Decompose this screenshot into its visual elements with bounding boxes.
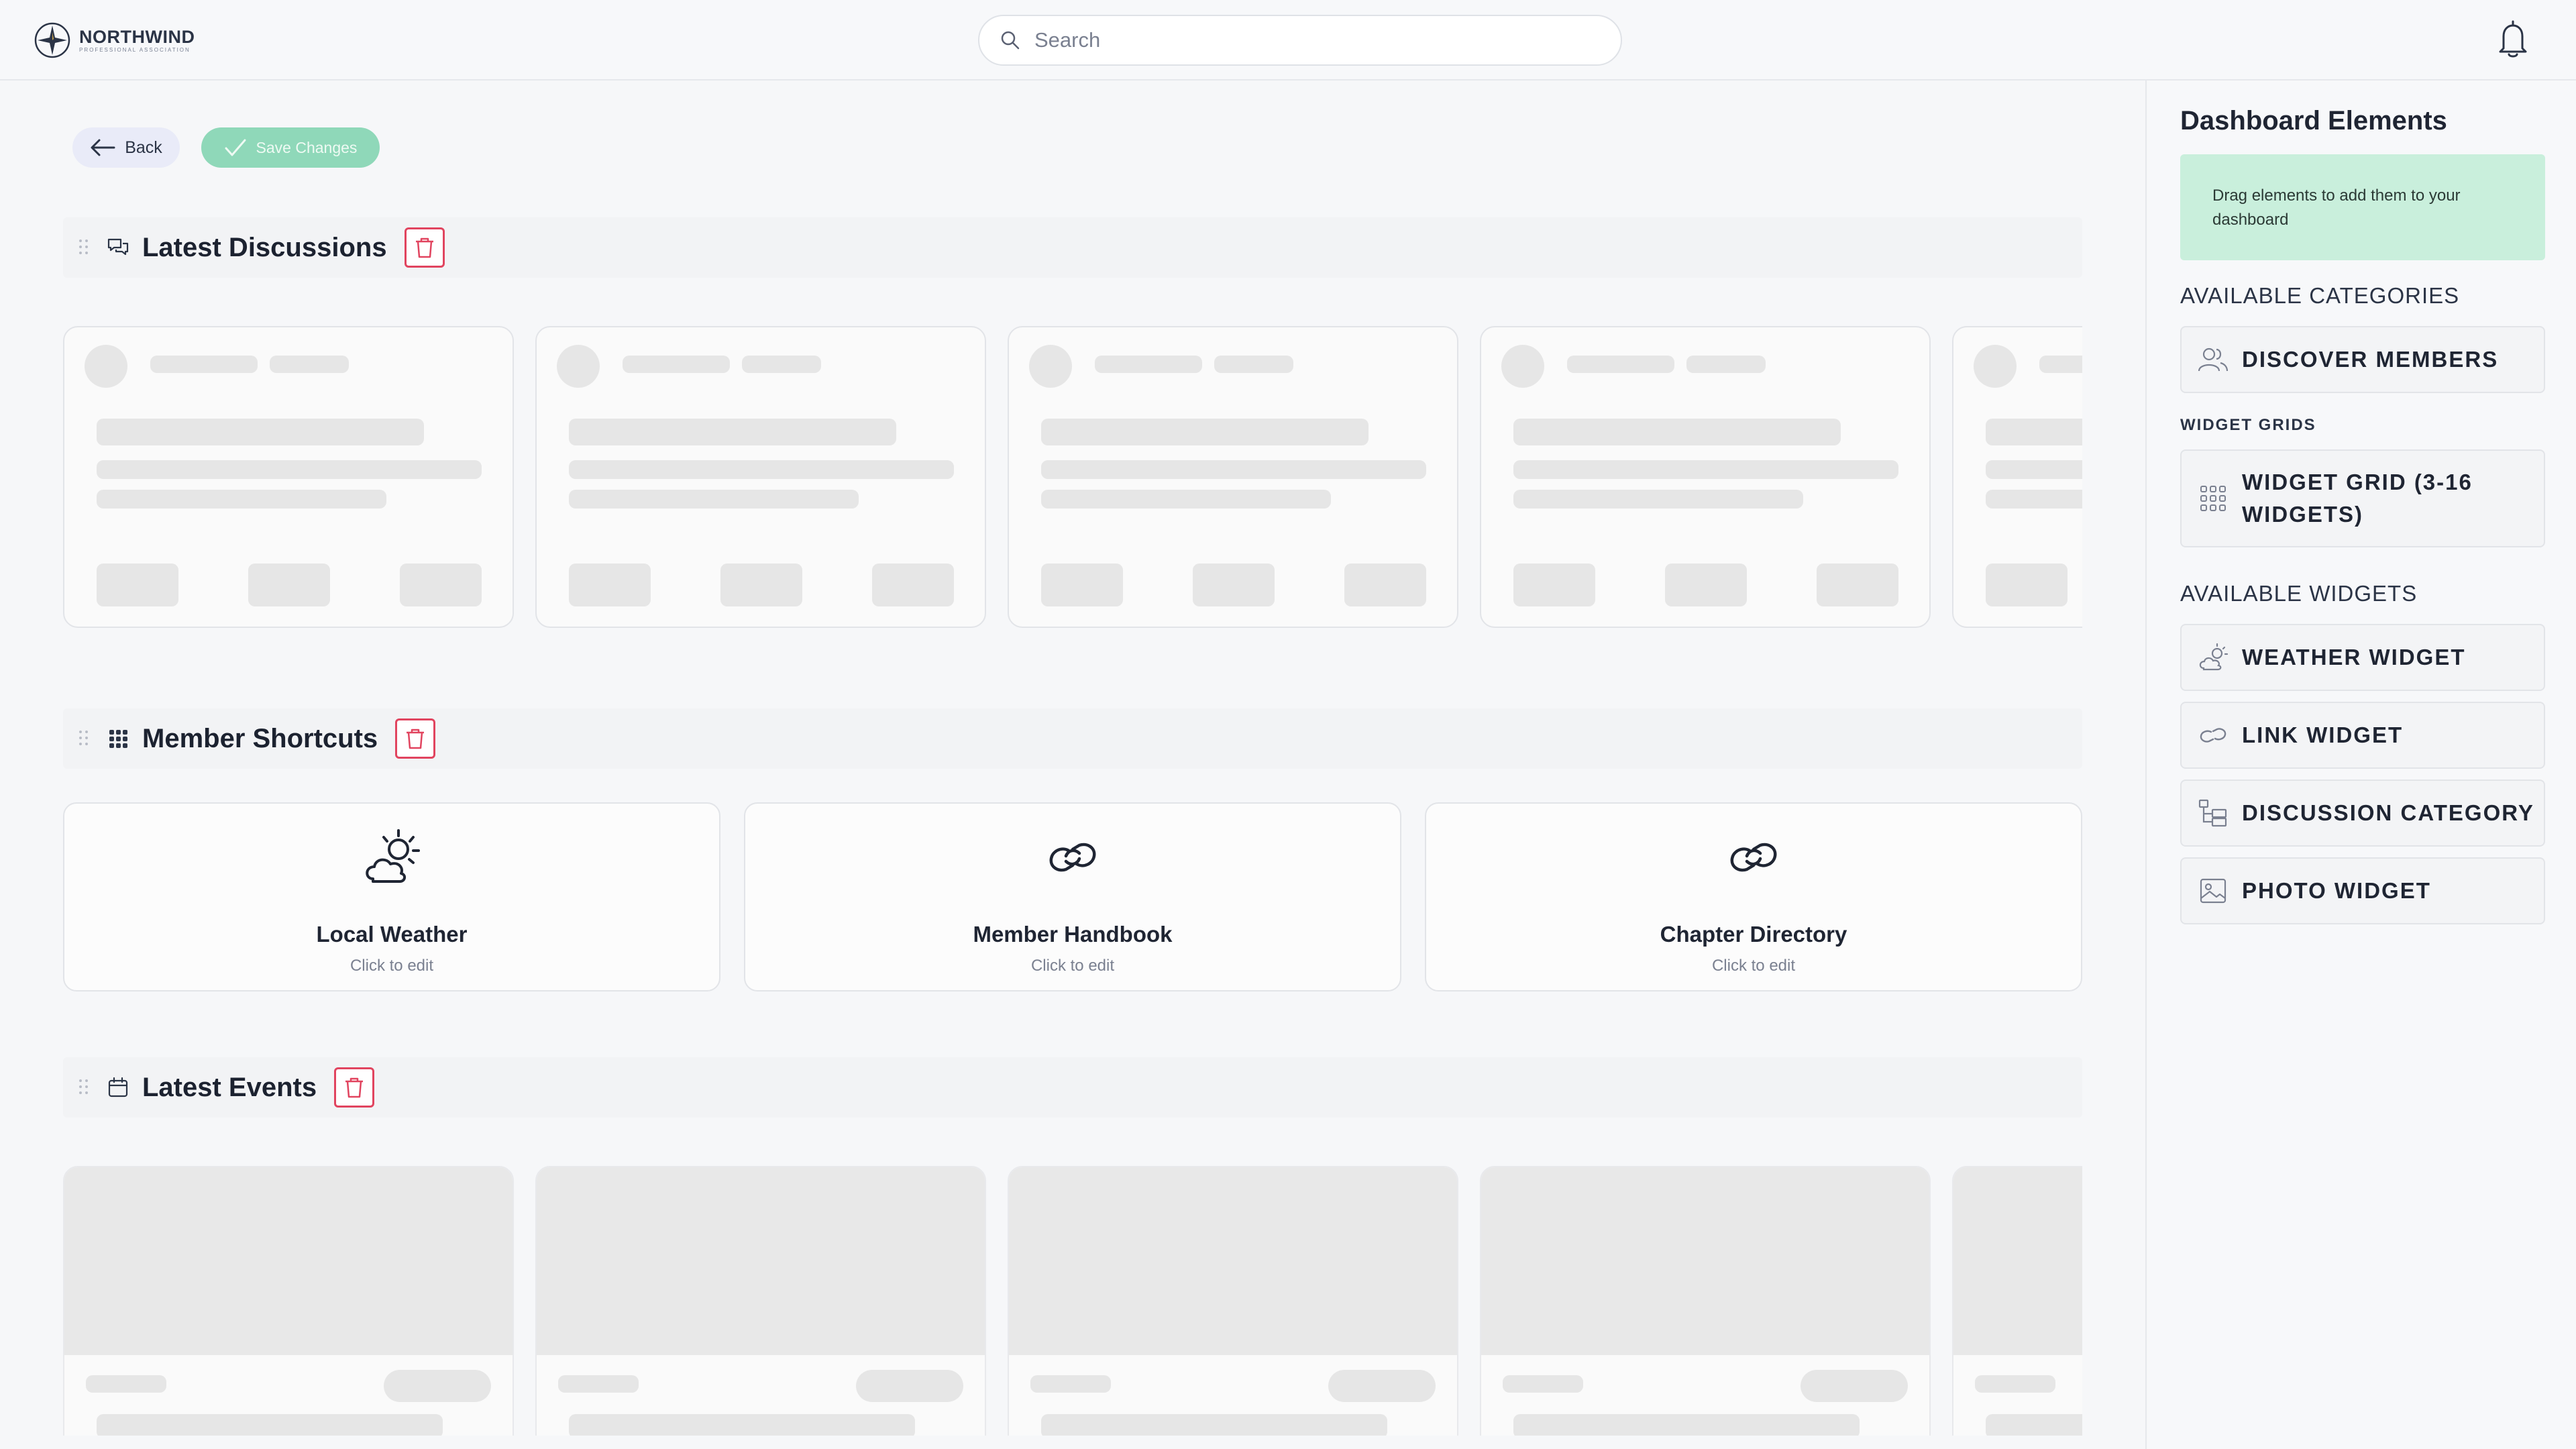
shortcut-title: Chapter Directory: [1660, 922, 1847, 947]
logo[interactable]: NORTHWIND PROFESSIONAL ASSOCIATION: [34, 21, 195, 59]
calendar-icon: [108, 1077, 128, 1097]
bell-icon[interactable]: [2494, 19, 2532, 59]
element-link-widget[interactable]: LINK WIDGET: [2180, 702, 2545, 769]
discussion-card-skeleton: [1952, 326, 2082, 628]
element-discussion-category[interactable]: DISCUSSION CATEGORY: [2180, 780, 2545, 847]
search-bar[interactable]: [978, 15, 1622, 66]
drag-hint: Drag elements to add them to your dashbo…: [2180, 154, 2545, 260]
dashboard-elements-panel: Dashboard Elements Drag elements to add …: [2148, 80, 2576, 1449]
element-label: WEATHER WIDGET: [2242, 645, 2466, 669]
search-input[interactable]: [1034, 28, 1585, 52]
link-icon: [2200, 728, 2226, 743]
section-header-shortcuts: Member Shortcuts: [63, 708, 2082, 769]
shortcut-card-member-handbook[interactable]: Member Handbook Click to edit: [744, 802, 1401, 991]
section-title: Latest Events: [142, 1072, 317, 1102]
section-header-discussions: Latest Discussions: [63, 217, 2082, 278]
event-card-skeleton: [1952, 1166, 2082, 1436]
discussion-card-skeleton: [535, 326, 986, 628]
save-label: Save Changes: [256, 138, 358, 156]
event-card-skeleton: [535, 1166, 986, 1436]
panel-title: Dashboard Elements: [2180, 106, 2447, 136]
element-label: PHOTO WIDGET: [2242, 878, 2431, 903]
category-icon: [2198, 799, 2227, 827]
shortcuts-row: Local Weather Click to edit Member Handb…: [63, 802, 2082, 997]
delete-section-button[interactable]: [404, 227, 445, 268]
trash-icon: [345, 1077, 364, 1098]
categories-label: AVAILABLE CATEGORIES: [2180, 283, 2460, 308]
element-label: WIDGET GRID (3-16 WIDGETS): [2242, 470, 2473, 527]
event-card-skeleton: [1008, 1166, 1458, 1436]
element-photo-widget[interactable]: PHOTO WIDGET: [2180, 857, 2545, 924]
event-card-skeleton: [1480, 1166, 1931, 1436]
shortcut-subtitle: Click to edit: [1030, 957, 1115, 975]
discussion-card-skeleton: [1008, 326, 1458, 628]
shortcut-card-chapter-directory[interactable]: Chapter Directory Click to edit: [1425, 802, 2082, 991]
dashboard-editor: Back Save Changes Latest Discussions Mem…: [0, 80, 2147, 1449]
chat-bubbles-icon: [107, 238, 129, 256]
trash-icon: [407, 729, 425, 749]
shortcut-title: Local Weather: [316, 922, 468, 947]
widgets-label: AVAILABLE WIDGETS: [2180, 581, 2418, 606]
shortcut-subtitle: Click to edit: [1711, 957, 1796, 975]
grid-icon: [2200, 486, 2226, 511]
save-changes-button[interactable]: Save Changes: [201, 127, 380, 168]
back-label: Back: [125, 138, 162, 157]
section-title: Member Shortcuts: [142, 723, 378, 753]
link-icon: [1730, 843, 1777, 872]
delete-section-button[interactable]: [395, 718, 436, 759]
link-icon: [1049, 843, 1096, 872]
discussions-loading-row: [63, 326, 2082, 635]
drag-handle-icon[interactable]: [79, 1079, 89, 1095]
top-bar: NORTHWIND PROFESSIONAL ASSOCIATION: [0, 0, 2576, 80]
trash-icon: [415, 237, 433, 258]
discussion-card-skeleton: [63, 326, 514, 628]
search-icon: [1001, 31, 1020, 50]
delete-section-button[interactable]: [334, 1067, 375, 1108]
element-label: DISCUSSION CATEGORY: [2242, 800, 2534, 825]
widget-grids-label: WIDGET GRIDS: [2180, 416, 2316, 434]
check-icon: [225, 139, 246, 156]
event-card-skeleton: [63, 1166, 514, 1436]
element-label: DISCOVER MEMBERS: [2242, 347, 2499, 372]
shortcut-subtitle: Click to edit: [350, 957, 434, 975]
arrow-left-icon: [91, 139, 115, 156]
weather-icon: [2199, 643, 2229, 671]
element-label: LINK WIDGET: [2242, 722, 2404, 747]
weather-icon: [366, 829, 420, 883]
section-title: Latest Discussions: [142, 232, 387, 262]
element-discover-members[interactable]: DISCOVER MEMBERS: [2180, 326, 2545, 393]
shortcut-card-local-weather[interactable]: Local Weather Click to edit: [63, 802, 720, 991]
events-loading-row: [63, 1166, 2082, 1436]
element-widget-grid[interactable]: WIDGET GRID (3-16 WIDGETS): [2180, 449, 2545, 547]
brand-name: NORTHWIND: [79, 27, 195, 47]
drag-handle-icon[interactable]: [79, 239, 89, 256]
drag-handle-icon[interactable]: [79, 731, 89, 747]
shortcut-title: Member Handbook: [973, 922, 1173, 947]
section-header-events: Latest Events: [63, 1057, 2082, 1118]
compass-logo-icon: [34, 22, 70, 58]
users-icon: [2198, 347, 2229, 372]
photo-icon: [2200, 878, 2226, 904]
element-weather-widget[interactable]: WEATHER WIDGET: [2180, 624, 2545, 691]
grid-icon: [109, 730, 127, 748]
discussion-card-skeleton: [1480, 326, 1931, 628]
brand-tagline: PROFESSIONAL ASSOCIATION: [79, 47, 191, 53]
back-button[interactable]: Back: [72, 127, 180, 168]
